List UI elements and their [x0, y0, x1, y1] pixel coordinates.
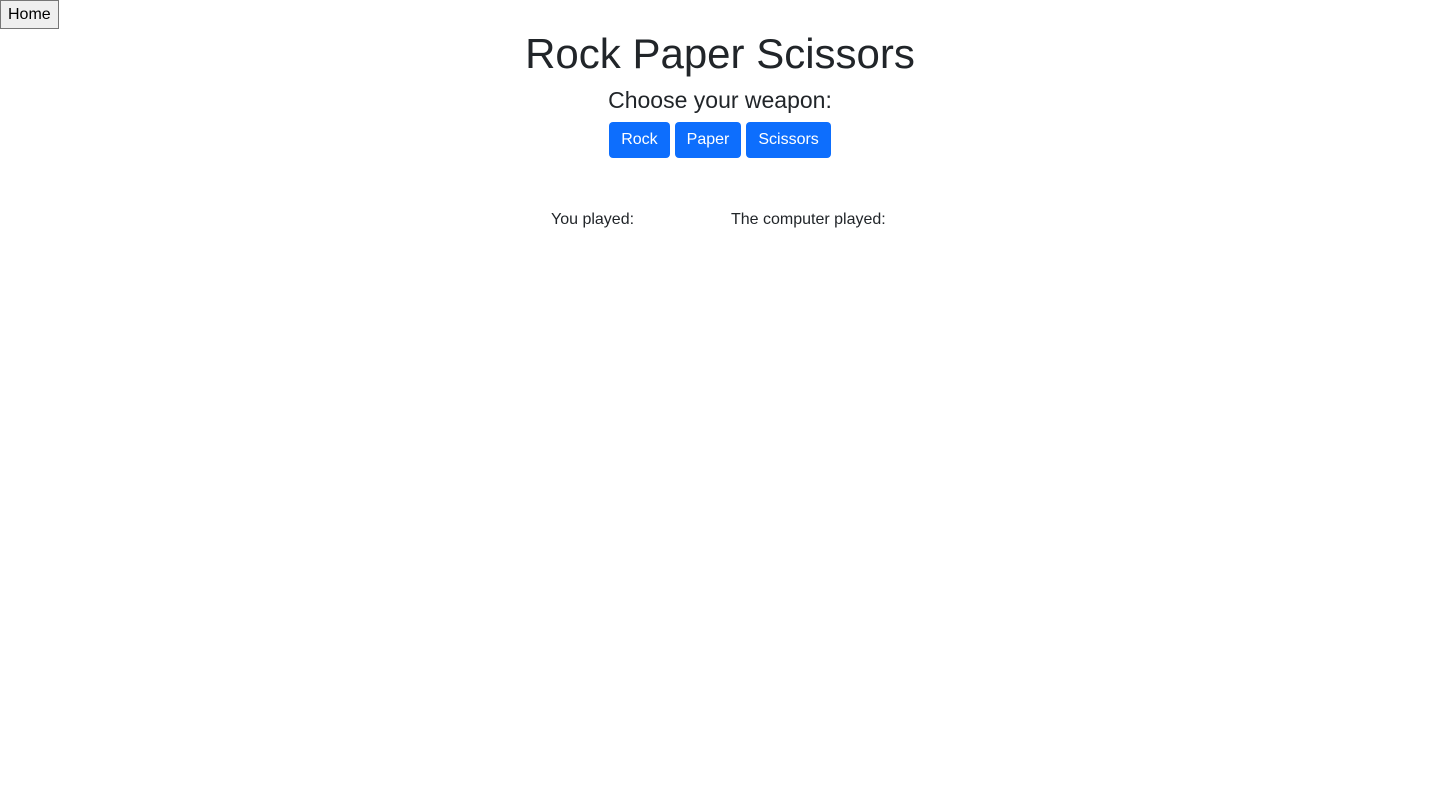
rock-button[interactable]: Rock — [609, 122, 670, 158]
home-button[interactable]: Home — [0, 0, 59, 29]
choose-weapon-prompt: Choose your weapon: — [608, 87, 832, 113]
paper-button[interactable]: Paper — [674, 122, 742, 158]
results-area: You played: The computer played: — [0, 209, 1440, 231]
page-title: Rock Paper Scissors — [525, 30, 915, 77]
computer-played-label: The computer played: — [731, 211, 886, 228]
weapon-button-group: Rock Paper Scissors — [0, 122, 1440, 158]
you-played-label: You played: — [551, 211, 635, 228]
scissors-button[interactable]: Scissors — [746, 122, 831, 158]
